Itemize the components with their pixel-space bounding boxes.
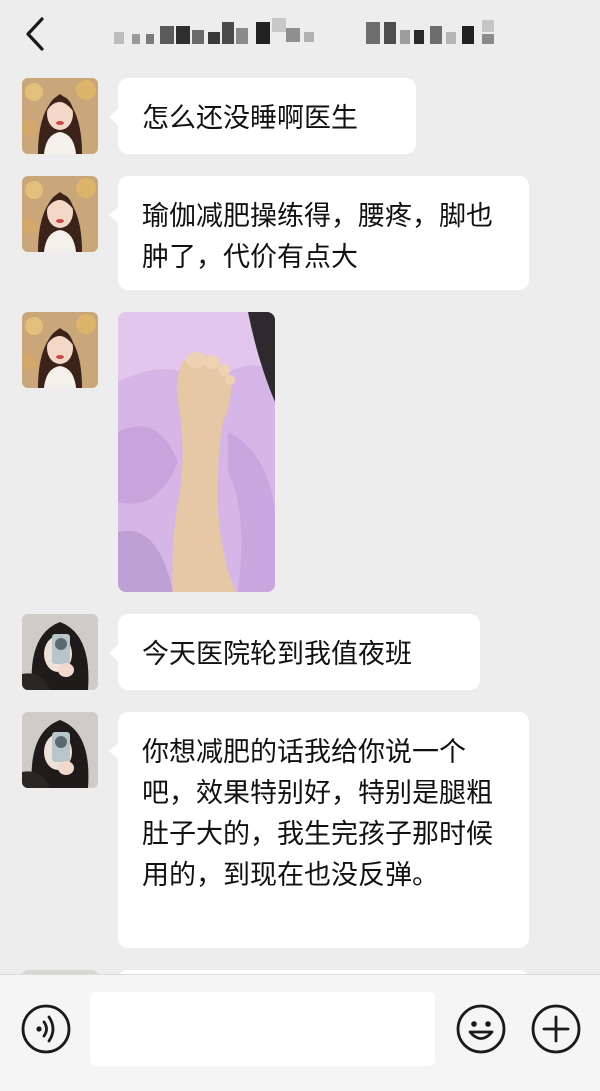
plus-icon xyxy=(531,1004,581,1054)
back-chevron-icon xyxy=(26,17,44,51)
message-list[interactable]: 怎么还没睡啊医生 瑜伽减肥操练得，腰疼，脚也肿了，代价有点大 今天医院轮到我值夜… xyxy=(0,68,600,974)
avatar-girl-image xyxy=(22,176,98,252)
chat-header xyxy=(0,0,600,68)
voice-button[interactable] xyxy=(20,1003,72,1055)
chat-input-bar xyxy=(0,974,600,1091)
avatar[interactable] xyxy=(22,614,98,690)
image-message[interactable] xyxy=(118,312,275,592)
avatar-girl-image xyxy=(22,78,98,154)
message-text: 今天医院轮到我值夜班 xyxy=(142,639,412,670)
message-bubble[interactable]: 怎么还没睡啊医生 xyxy=(109,78,416,154)
chat-screen: 怎么还没睡啊医生 瑜伽减肥操练得，腰疼，脚也肿了，代价有点大 今天医院轮到我值夜… xyxy=(0,0,600,1091)
message-bubble[interactable]: 今天医院轮到我值夜班 xyxy=(109,614,480,690)
message-text: 怎么还没睡啊医生 xyxy=(142,103,358,134)
contact-name-pixelated xyxy=(110,18,510,50)
avatar-doctor-image xyxy=(22,614,98,690)
message-text: 瑜伽减肥操练得，腰疼，脚也肿了，代价有点大 xyxy=(142,201,493,273)
avatar-girl-image xyxy=(22,312,98,388)
message-text: 你想减肥的话我给你说一个吧，效果特别好，特别是腿粗肚子大的，我生完孩子那时候用的… xyxy=(142,737,493,891)
back-button[interactable] xyxy=(16,14,56,54)
avatar[interactable] xyxy=(22,712,98,788)
message-bubble[interactable]: 你想减肥的话我给你说一个吧，效果特别好，特别是腿粗肚子大的，我生完孩子那时候用的… xyxy=(109,712,529,948)
message-input[interactable] xyxy=(90,992,435,1066)
emoji-icon xyxy=(456,1004,506,1054)
swollen-foot-photo xyxy=(118,312,275,592)
avatar-doctor-image xyxy=(22,712,98,788)
emoji-button[interactable] xyxy=(455,1003,507,1055)
avatar[interactable] xyxy=(22,78,98,154)
voice-icon xyxy=(21,1004,71,1054)
avatar[interactable] xyxy=(22,312,98,388)
more-button[interactable] xyxy=(530,1003,582,1055)
avatar[interactable] xyxy=(22,176,98,252)
message-bubble[interactable]: 瑜伽减肥操练得，腰疼，脚也肿了，代价有点大 xyxy=(109,176,529,290)
